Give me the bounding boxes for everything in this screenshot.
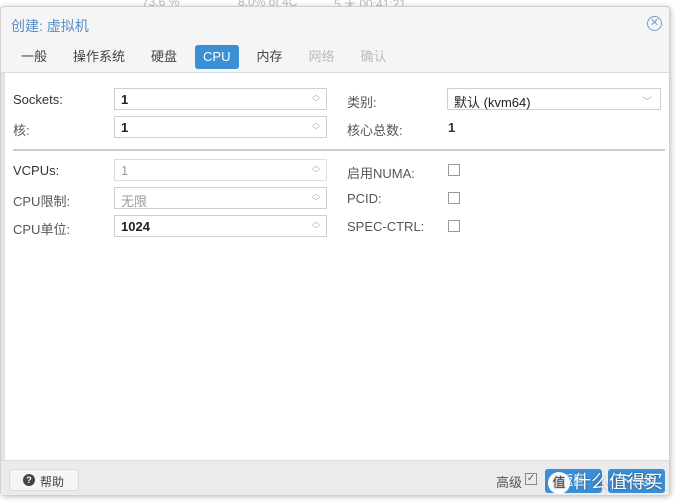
cores-label: 核: — [13, 123, 30, 138]
cores-value: 1 — [121, 120, 129, 135]
cpu-panel: Sockets: 1 ︿ ﹀ 类别: 默认 (kvm64) ﹀ 核: 1 ︿ ﹀ 核… — [1, 72, 669, 461]
cpu-limit-input[interactable]: 无限 ︿ ﹀ — [114, 187, 327, 209]
spec-ctrl-label: SPEC-CTRL: — [347, 219, 425, 234]
help-button[interactable]: ? 帮助 — [9, 469, 79, 491]
type-value: 默认 (kvm64) — [454, 95, 531, 110]
watermark-text: 什么值得买 — [573, 472, 663, 492]
advanced-label: 高级 — [496, 475, 523, 490]
tab-memory[interactable]: 内存 — [249, 45, 291, 69]
spinner-icon[interactable]: ︿ ﹀ — [311, 119, 321, 135]
spinner-icon[interactable]: ︿ ﹀ — [311, 91, 321, 107]
watermark: 值什么值得买 — [548, 468, 663, 495]
cpu-units-value: 1024 — [121, 219, 150, 234]
advanced-checkbox[interactable]: ✓ — [525, 473, 537, 485]
tab-network: 网络 — [308, 49, 335, 64]
sockets-value: 1 — [121, 92, 129, 107]
chevron-down-icon[interactable]: ﹀ — [642, 93, 652, 108]
divider — [13, 149, 665, 151]
vcpus-input[interactable]: 1 ︿ ﹀ — [114, 159, 327, 181]
total-cores-value: 1 — [448, 120, 456, 135]
total-cores-label: 核心总数: — [347, 123, 403, 138]
numa-label: 启用NUMA: — [347, 166, 415, 181]
cpu-limit-placeholder: 无限 — [121, 194, 148, 209]
cpu-units-input[interactable]: 1024 ︿ ﹀ — [114, 215, 327, 237]
create-vm-dialog: 创建: 虚拟机 ✕ 一般 操作系统 硬盘 CPU 内存 网络 确认 Socket… — [0, 6, 670, 496]
tab-os[interactable]: 操作系统 — [65, 45, 133, 69]
sockets-input[interactable]: 1 ︿ ﹀ — [114, 88, 327, 110]
pcid-label: PCID: — [347, 191, 382, 206]
numa-checkbox[interactable] — [448, 164, 460, 176]
close-icon[interactable]: ✕ — [647, 16, 662, 31]
vcpus-value: 1 — [121, 163, 129, 178]
wizard-tabs: 一般 操作系统 硬盘 CPU 内存 网络 确认 — [13, 45, 405, 71]
cores-input[interactable]: 1 ︿ ﹀ — [114, 116, 327, 138]
type-label: 类别: — [347, 95, 377, 110]
cpu-units-label: CPU单位: — [13, 222, 71, 237]
pcid-checkbox[interactable] — [448, 192, 460, 204]
vcpus-label: VCPUs: — [13, 163, 60, 178]
spinner-icon[interactable]: ︿ ﹀ — [311, 162, 321, 178]
spinner-icon[interactable]: ︿ ﹀ — [311, 190, 321, 206]
spinner-icon[interactable]: ︿ ﹀ — [311, 218, 321, 234]
sockets-label: Sockets: — [13, 92, 63, 107]
dialog-title: 创建: 虚拟机 — [11, 18, 89, 34]
type-select[interactable]: 默认 (kvm64) ﹀ — [447, 88, 661, 110]
spec-ctrl-checkbox[interactable] — [448, 220, 460, 232]
tab-cpu[interactable]: CPU — [195, 45, 239, 69]
tab-confirm: 确认 — [360, 49, 387, 64]
cpu-limit-label: CPU限制: — [13, 194, 71, 209]
watermark-badge: 值 — [548, 472, 570, 495]
question-circle-icon: ? — [23, 474, 35, 486]
tab-disk[interactable]: 硬盘 — [143, 45, 185, 69]
tab-general[interactable]: 一般 — [13, 45, 55, 69]
help-label: 帮助 — [40, 475, 65, 489]
